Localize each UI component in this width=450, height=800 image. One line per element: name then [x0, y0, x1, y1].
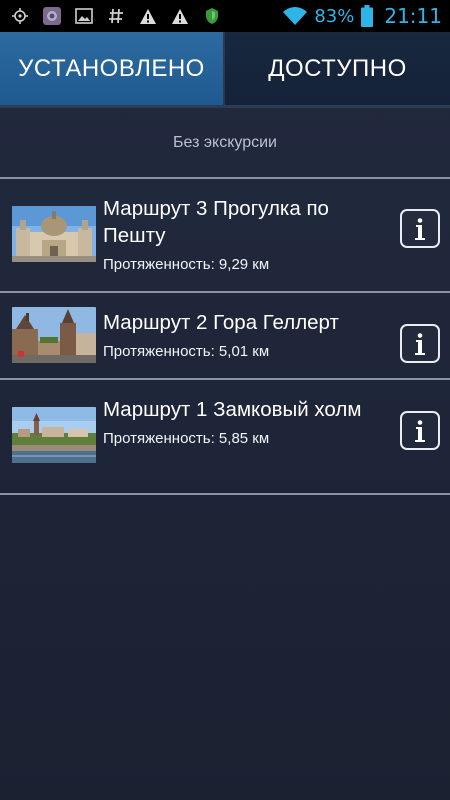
route-length: Протяженность: 9,29 км — [103, 256, 270, 273]
route-length: Протяженность: 5,85 км — [103, 430, 270, 447]
route-item-3[interactable]: Маршрут 3 Прогулка по Пешту Протяженност… — [0, 179, 450, 292]
route-thumbnail — [12, 206, 96, 262]
notification-icons — [0, 0, 222, 32]
route-text: Маршрут 3 Прогулка по Пешту Протяженност… — [103, 195, 388, 273]
info-icon — [415, 419, 425, 442]
tab-bar: УСТАНОВЛЕНО ДОСТУПНО — [0, 32, 450, 105]
battery-percent: 83% — [314, 5, 355, 27]
info-icon — [415, 217, 425, 240]
info-button[interactable] — [400, 209, 440, 248]
gps-icon — [10, 6, 30, 26]
route-thumbnail — [12, 407, 96, 463]
status-bar: 83% 21:11 — [0, 0, 450, 32]
route-title: Маршрут 3 Прогулка по Пешту — [103, 197, 329, 247]
route-item-1[interactable]: Маршрут 1 Замковый холм Протяженность: 5… — [0, 380, 450, 493]
route-thumbnail — [12, 307, 96, 363]
app-icon — [42, 6, 62, 26]
no-tour-option[interactable]: Без экскурсии — [0, 108, 450, 177]
route-text: Маршрут 1 Замковый холм Протяженность: 5… — [103, 396, 388, 447]
wifi-icon — [282, 6, 308, 26]
clock-time: 21:11 — [384, 4, 442, 28]
tab-available[interactable]: ДОСТУПНО — [225, 32, 450, 105]
route-length: Протяженность: 5,01 км — [103, 343, 270, 360]
info-button[interactable] — [400, 411, 440, 450]
info-icon — [415, 332, 425, 355]
warning-icon — [170, 6, 190, 26]
battery-icon — [360, 5, 374, 27]
shield-icon — [202, 6, 222, 26]
divider — [0, 493, 450, 495]
hash-icon — [106, 6, 126, 26]
screen: 83% 21:11 УСТАНОВЛЕНО ДОСТУПНО Без экску… — [0, 0, 450, 800]
info-button[interactable] — [400, 324, 440, 363]
warning-icon — [138, 6, 158, 26]
route-title: Маршрут 1 Замковый холм — [103, 398, 362, 421]
route-text: Маршрут 2 Гора Геллерт Протяженность: 5,… — [103, 309, 388, 360]
image-icon — [74, 6, 94, 26]
system-icons: 83% 21:11 — [282, 0, 442, 32]
route-title: Маршрут 2 Гора Геллерт — [103, 311, 339, 334]
tab-installed[interactable]: УСТАНОВЛЕНО — [0, 32, 223, 105]
